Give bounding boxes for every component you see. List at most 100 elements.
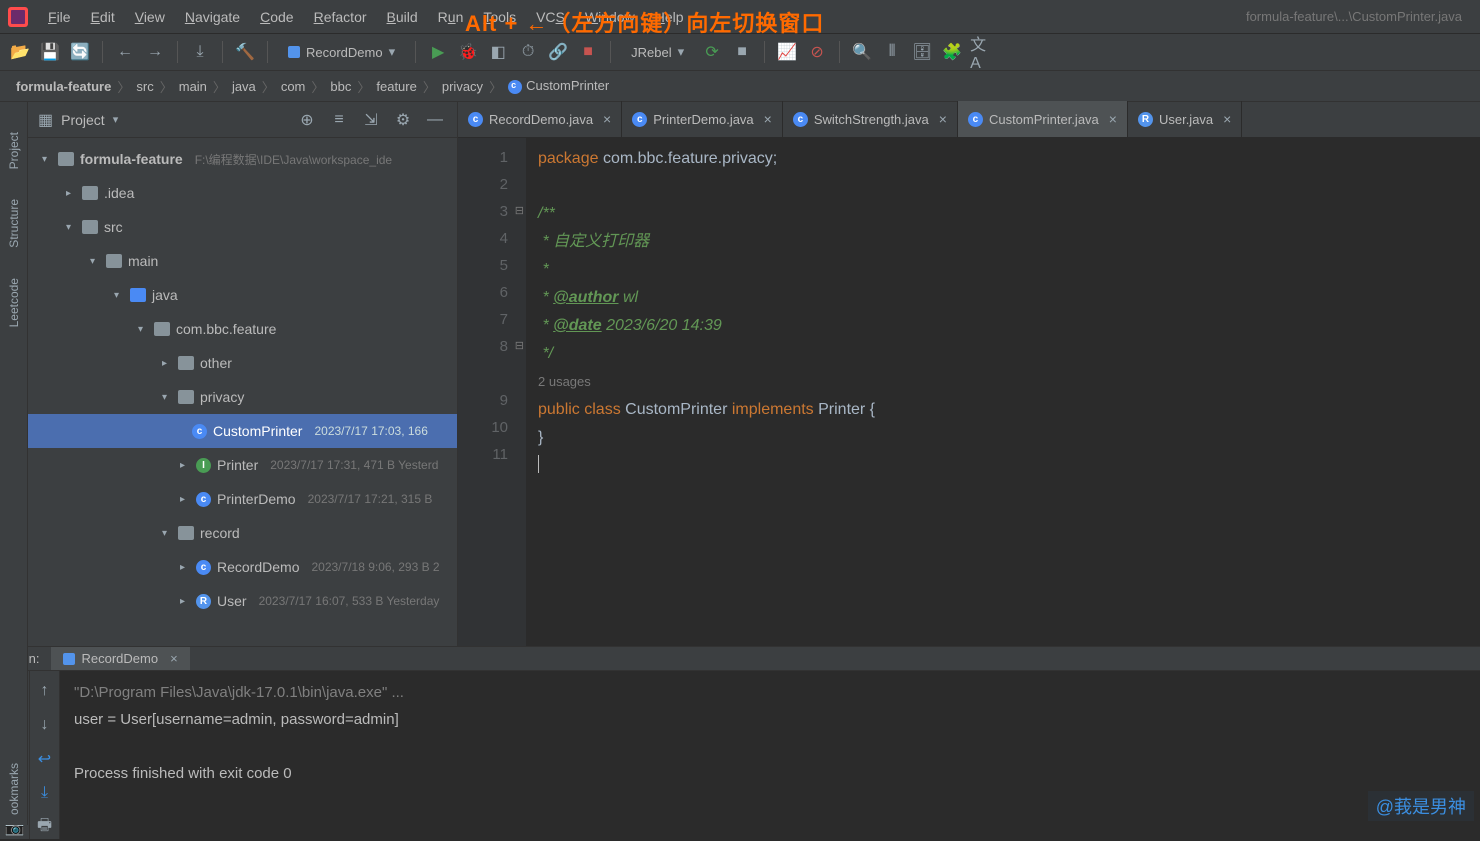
- menu-vcs[interactable]: VCS: [528, 6, 573, 28]
- tab-switchstrength[interactable]: cSwitchStrength.java×: [783, 101, 958, 137]
- translate-icon[interactable]: 文A: [970, 40, 994, 64]
- tree-printer[interactable]: ▸IPrinter2023/7/17 17:31, 471 B Yesterd: [28, 448, 457, 482]
- db-icon[interactable]: 🗄: [910, 40, 934, 64]
- search-everywhere-icon[interactable]: 🔍: [850, 40, 874, 64]
- down-icon[interactable]: ↓: [33, 713, 57, 737]
- tree-idea[interactable]: ▸.idea: [28, 176, 457, 210]
- hammer-build-icon[interactable]: 🔨: [233, 40, 257, 64]
- window-title-path: formula-feature\...\CustomPrinter.java: [1246, 9, 1472, 24]
- no-entry-icon[interactable]: ⊘: [805, 40, 829, 64]
- tree-privacy[interactable]: ▾privacy: [28, 380, 457, 414]
- tree-printerdemo[interactable]: ▸cPrinterDemo2023/7/17 17:21, 315 B: [28, 482, 457, 516]
- tree-java[interactable]: ▾java: [28, 278, 457, 312]
- tree-customprinter[interactable]: cCustomPrinter2023/7/17 17:03, 166: [28, 414, 457, 448]
- close-icon[interactable]: ×: [935, 111, 947, 127]
- close-icon[interactable]: ×: [599, 111, 611, 127]
- menu-window[interactable]: Window: [577, 6, 643, 28]
- close-icon[interactable]: ×: [1105, 111, 1117, 127]
- editor-tabs: cRecordDemo.java× cPrinterDemo.java× cSw…: [458, 102, 1480, 138]
- editor-body[interactable]: 1 2 3⊟ 4 5 6 7 8⊟ 9 10 11 package com.bb…: [458, 138, 1480, 646]
- menu-run[interactable]: Run: [430, 6, 472, 28]
- tree-src[interactable]: ▾src: [28, 210, 457, 244]
- scroll-end-icon[interactable]: ⤓: [33, 781, 57, 805]
- code-content[interactable]: package com.bbc.feature.privacy; /** * 自…: [526, 138, 1480, 646]
- tab-customprinter[interactable]: cCustomPrinter.java×: [958, 101, 1128, 137]
- close-icon[interactable]: ×: [760, 111, 772, 127]
- tool-structure[interactable]: Structure: [7, 199, 21, 248]
- jrebel-stop-icon[interactable]: ■: [730, 40, 754, 64]
- print-icon[interactable]: 🖶: [33, 815, 57, 839]
- menu-navigate[interactable]: Navigate: [177, 6, 248, 28]
- tree-package[interactable]: ▾com.bbc.feature: [28, 312, 457, 346]
- jrebel-run-icon[interactable]: ⟳: [700, 40, 724, 64]
- menu-tools[interactable]: Tools: [475, 6, 524, 28]
- class-icon: [508, 80, 522, 94]
- crumb-class[interactable]: CustomPrinter: [504, 78, 613, 94]
- crumb-java[interactable]: java: [228, 79, 260, 94]
- run-tab[interactable]: RecordDemo ×: [51, 647, 189, 670]
- open-icon[interactable]: 📂: [8, 40, 32, 64]
- expand-icon[interactable]: ≡: [327, 108, 351, 132]
- tab-recorddemo[interactable]: cRecordDemo.java×: [458, 101, 622, 137]
- editor-area: cRecordDemo.java× cPrinterDemo.java× cSw…: [458, 102, 1480, 646]
- tool-project[interactable]: Project: [7, 132, 21, 169]
- crumb-privacy[interactable]: privacy: [438, 79, 487, 94]
- update-proj-icon[interactable]: ⤓: [188, 40, 212, 64]
- chart-icon[interactable]: 📈: [775, 40, 799, 64]
- menu-build[interactable]: Build: [379, 6, 426, 28]
- attach-icon[interactable]: 🔗: [546, 40, 570, 64]
- tree-main[interactable]: ▾main: [28, 244, 457, 278]
- collapse-icon[interactable]: ⇲: [359, 108, 383, 132]
- console-output[interactable]: "D:\Program Files\Java\jdk-17.0.1\bin\ja…: [60, 671, 1480, 839]
- run-icon[interactable]: ▶: [426, 40, 450, 64]
- menu-code[interactable]: Code: [252, 6, 301, 28]
- plugin-icon[interactable]: 🧩: [940, 40, 964, 64]
- crumb-src[interactable]: src: [132, 79, 157, 94]
- tab-user[interactable]: RUser.java×: [1128, 101, 1242, 137]
- run-toolbar-2: ↑ ↓ ↩ ⤓ 🖶: [30, 671, 60, 839]
- locate-icon[interactable]: ⊕: [295, 108, 319, 132]
- back-icon[interactable]: ←: [113, 40, 137, 64]
- crumb-com[interactable]: com: [277, 79, 310, 94]
- menu-view[interactable]: View: [127, 6, 173, 28]
- softwrap-icon[interactable]: ↩: [33, 747, 57, 771]
- menu-edit[interactable]: Edit: [83, 6, 123, 28]
- menu-file[interactable]: File: [40, 6, 79, 28]
- forward-icon[interactable]: →: [143, 40, 167, 64]
- menu-help[interactable]: Help: [647, 6, 692, 28]
- run-config-dropdown[interactable]: RecordDemo ▾: [278, 41, 405, 63]
- coverage-icon[interactable]: ◧: [486, 40, 510, 64]
- save-all-icon[interactable]: 💾: [38, 40, 62, 64]
- tab-printerdemo[interactable]: cPrinterDemo.java×: [622, 101, 783, 137]
- tree-root[interactable]: ▾ formula-feature F:\编程数据\IDE\Java\works…: [28, 142, 457, 176]
- tool-leetcode[interactable]: Leetcode: [7, 278, 21, 327]
- up-icon[interactable]: ↑: [33, 679, 57, 703]
- tool-bookmarks[interactable]: ookmarks: [7, 763, 21, 815]
- close-icon[interactable]: ×: [1219, 111, 1231, 127]
- tree-record[interactable]: ▾record: [28, 516, 457, 550]
- crumb-main[interactable]: main: [175, 79, 211, 94]
- stop-icon[interactable]: ■: [576, 40, 600, 64]
- project-tree[interactable]: ▾ formula-feature F:\编程数据\IDE\Java\works…: [28, 138, 457, 646]
- line-gutter[interactable]: 1 2 3⊟ 4 5 6 7 8⊟ 9 10 11: [458, 138, 526, 646]
- fold-end-icon[interactable]: ⊟: [515, 333, 524, 360]
- crumb-bbc[interactable]: bbc: [326, 79, 355, 94]
- run-panel-header: Run: RecordDemo ×: [0, 647, 1480, 671]
- class-icon: c: [192, 424, 207, 439]
- tree-user[interactable]: ▸RUser2023/7/17 16:07, 533 B Yesterday: [28, 584, 457, 618]
- settings-icon[interactable]: ⚙: [391, 108, 415, 132]
- tree-recorddemo[interactable]: ▸cRecordDemo2023/7/18 9:06, 293 B 2: [28, 550, 457, 584]
- record-icon: R: [196, 594, 211, 609]
- debug-icon[interactable]: 🐞: [456, 40, 480, 64]
- crumb-feature[interactable]: feature: [372, 79, 420, 94]
- jrebel-dropdown[interactable]: JRebel▾: [621, 41, 694, 63]
- crumb-project[interactable]: formula-feature: [12, 79, 115, 94]
- tree-other[interactable]: ▸other: [28, 346, 457, 380]
- profile-icon[interactable]: ⏱: [516, 40, 540, 64]
- hide-icon[interactable]: —: [423, 108, 447, 132]
- reload-icon[interactable]: 🔄: [68, 40, 92, 64]
- close-icon[interactable]: ×: [164, 651, 178, 666]
- structure-icon[interactable]: ⫴: [880, 40, 904, 64]
- menu-refactor[interactable]: Refactor: [306, 6, 375, 28]
- fold-icon[interactable]: ⊟: [515, 198, 524, 225]
